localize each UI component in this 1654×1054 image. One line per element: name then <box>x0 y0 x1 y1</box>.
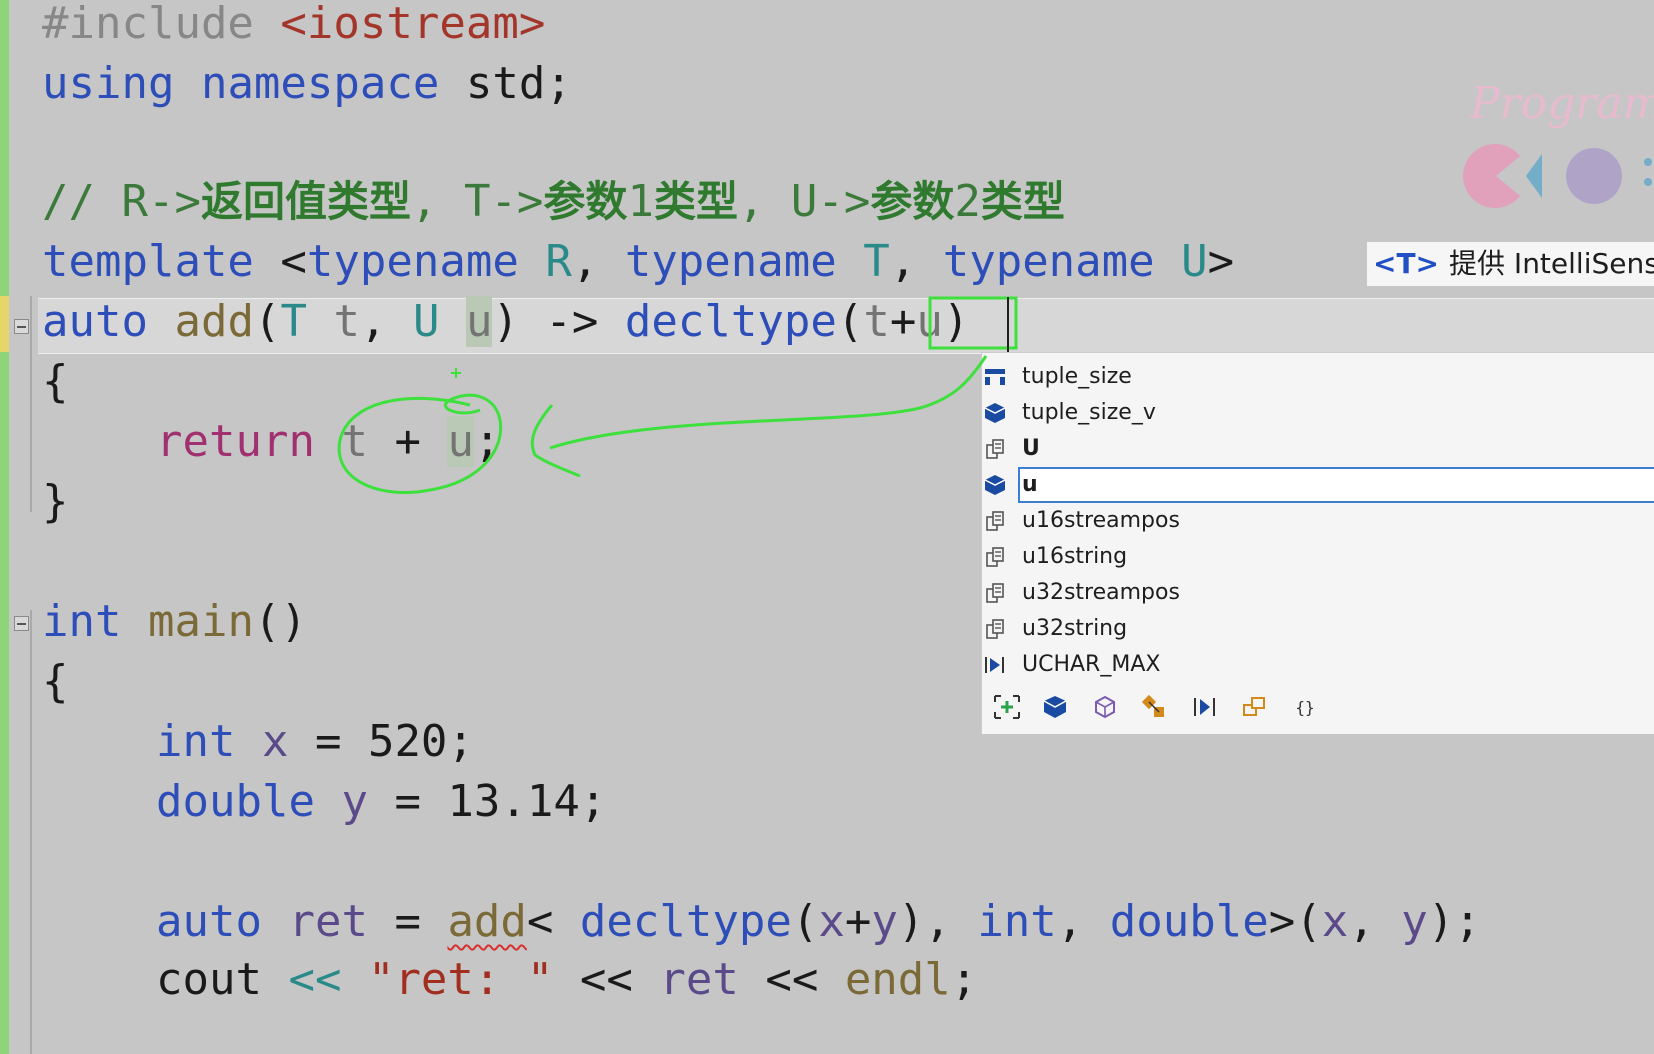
code-line-close-brace[interactable]: } <box>42 472 69 532</box>
autocomplete-filter-bar: {} <box>982 681 1654 733</box>
variable-icon <box>984 403 1006 423</box>
autocomplete-item-u16streampos[interactable]: u16streampos <box>982 503 1654 539</box>
macro-icon <box>985 657 1004 673</box>
typedef-filter-icon[interactable] <box>1240 693 1270 721</box>
code-line-comment[interactable]: // R->返回值类型, T->参数1类型, U->参数2类型 <box>42 172 1065 232</box>
change-margin <box>0 0 9 1054</box>
expand-filter-icon[interactable] <box>992 693 1022 721</box>
typedef-icon <box>986 619 1004 639</box>
code-line-main-open-brace[interactable]: { <box>42 652 69 712</box>
watermark-logo-text: Programm <box>1470 78 1654 129</box>
code-line-cout[interactable]: cout << "ret: " << ret << endl; <box>156 950 977 1010</box>
keyword-namespace: namespace <box>200 58 440 109</box>
code-line-main[interactable]: int main() <box>42 592 307 652</box>
code-line-double-y[interactable]: double y = 13.14; <box>156 772 606 832</box>
scope-guide-main <box>30 610 32 1054</box>
selection-highlight <box>1018 467 1654 503</box>
fold-toggle-main[interactable] <box>14 616 29 631</box>
code-line-open-brace[interactable]: { <box>42 352 69 412</box>
autocomplete-item-u32string[interactable]: u32string <box>982 611 1654 647</box>
squiggle-error-add[interactable]: add <box>447 896 526 947</box>
param-u-highlight: u <box>465 296 493 347</box>
watermark-logo-icon <box>1463 143 1652 208</box>
template-param-icon <box>986 439 1004 459</box>
function-name-add: add <box>174 296 254 347</box>
type-alias-icon <box>985 369 1005 385</box>
include-directive: #include <box>42 0 281 49</box>
namespace-filter-icon[interactable]: {} <box>1290 693 1320 721</box>
template-tag: <T> <box>1373 247 1440 280</box>
autocomplete-item-u32streampos[interactable]: u32streampos <box>982 575 1654 611</box>
code-line-1[interactable]: #include <iostream> <box>42 0 545 54</box>
code-line-return[interactable]: return t + u; <box>156 412 500 472</box>
scope-guide-add <box>30 296 32 512</box>
autocomplete-item-u16string[interactable]: u16string <box>982 539 1654 575</box>
unsaved-change-marker <box>0 296 9 352</box>
autocomplete-item-U[interactable]: U <box>982 431 1654 467</box>
autocomplete-item-tuple-size-v[interactable]: tuple_size_v <box>982 395 1654 431</box>
typedef-icon <box>986 511 1004 531</box>
include-header: <iostream> <box>280 0 546 49</box>
typedef-icon <box>986 547 1004 567</box>
autocomplete-item-tuple-size[interactable]: tuple_size <box>982 359 1654 395</box>
tooltip-text: 提供 IntelliSens <box>1449 247 1654 280</box>
variable-icon <box>984 475 1006 495</box>
code-line-add-signature[interactable]: auto add(T t, U u) -> decltype(t+u) <box>42 292 969 352</box>
code-line-template[interactable]: template <typename R, typename T, typena… <box>42 232 1234 292</box>
code-line-int-x[interactable]: int x = 520; <box>156 712 474 772</box>
member-filter-icon[interactable] <box>1140 693 1170 721</box>
fold-toggle-add[interactable] <box>14 319 29 334</box>
code-line-auto-ret[interactable]: auto ret = add< decltype(x+y), int, doub… <box>156 892 1481 952</box>
autocomplete-list[interactable]: tuple_size tuple_size_v U u u16streampos… <box>981 352 1654 734</box>
autocomplete-item-u-selected[interactable]: u <box>982 467 1654 503</box>
autocomplete-item-uchar-max[interactable]: UCHAR_MAX <box>982 647 1654 683</box>
keyword-using: using <box>42 58 175 109</box>
code-line-2[interactable]: using namespace std; <box>42 54 572 114</box>
keyword-return: return <box>156 416 315 467</box>
class-filter-icon[interactable] <box>1090 693 1120 721</box>
macro-filter-icon[interactable] <box>1190 693 1220 721</box>
typedef-icon <box>986 583 1004 603</box>
function-name-main: main <box>147 596 254 647</box>
variable-filter-icon[interactable] <box>1040 693 1070 721</box>
svg-text:{}: {} <box>1295 698 1314 717</box>
intellisense-tooltip: <T> 提供 IntelliSens <box>1366 241 1654 287</box>
